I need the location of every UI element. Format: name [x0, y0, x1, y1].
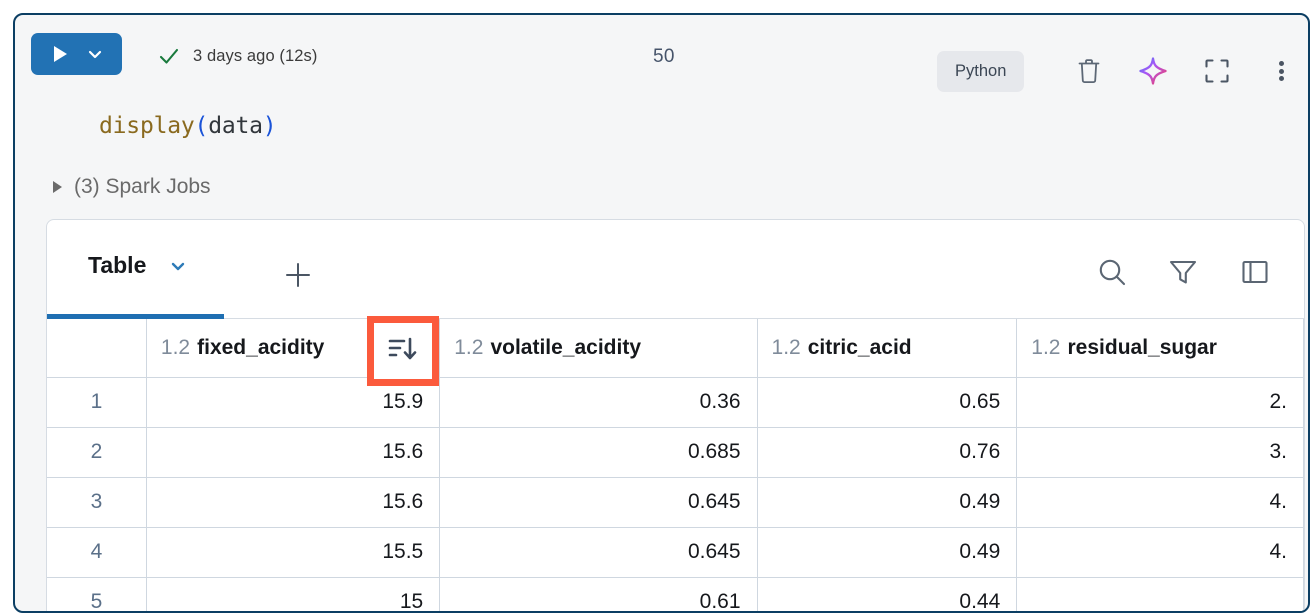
tab-table-label: Table [88, 252, 146, 279]
column-header-residual-sugar[interactable]: 1.2 residual_sugar [1017, 319, 1304, 377]
ai-sparkle-icon[interactable] [1133, 51, 1173, 91]
cell-run-status: 3 days ago (12s) [193, 47, 318, 66]
column-header-volatile-acidity[interactable]: 1.2 volatile_acidity [440, 319, 757, 377]
cell-citric-acid[interactable]: 0.44 [757, 577, 1017, 613]
results-panel: Table [46, 219, 1305, 613]
trash-icon[interactable] [1069, 51, 1109, 91]
cell-volatile-acidity[interactable]: 0.645 [440, 527, 757, 577]
cell-volatile-acidity[interactable]: 0.685 [440, 427, 757, 477]
status-check-icon [158, 45, 180, 67]
column-name: citric_acid [808, 336, 912, 359]
column-type-tag: 1.2 [454, 336, 483, 359]
cell-volatile-acidity[interactable]: 0.36 [440, 377, 757, 427]
cell-citric-acid[interactable]: 0.76 [757, 427, 1017, 477]
cell-residual-sugar[interactable]: 4. [1017, 477, 1304, 527]
cell-citric-acid[interactable]: 0.49 [757, 527, 1017, 577]
row-index: 1 [47, 377, 146, 427]
table-row[interactable]: 2 15.6 0.685 0.76 3. [47, 427, 1304, 477]
cell-residual-sugar[interactable] [1017, 577, 1304, 613]
code-close-paren: ) [263, 113, 277, 139]
filter-icon[interactable] [1161, 250, 1205, 294]
triangle-right-icon [53, 181, 62, 193]
notebook-cell: 3 days ago (12s) 50 Python [13, 13, 1310, 613]
cell-fixed-acidity[interactable]: 15 [146, 577, 439, 613]
column-name: fixed_acidity [197, 336, 324, 359]
cell-fixed-acidity[interactable]: 15.6 [146, 477, 439, 527]
fullscreen-icon[interactable] [1197, 51, 1237, 91]
language-badge[interactable]: Python [937, 51, 1024, 92]
code-open-paren: ( [195, 113, 209, 139]
row-index: 5 [47, 577, 146, 613]
table-row[interactable]: 3 15.6 0.645 0.49 4. [47, 477, 1304, 527]
search-icon[interactable] [1090, 250, 1134, 294]
kebab-dot [1279, 69, 1284, 74]
cell-citric-acid[interactable]: 0.49 [757, 477, 1017, 527]
column-header-citric-acid[interactable]: 1.2 citric_acid [757, 319, 1017, 377]
cell-residual-sugar[interactable]: 4. [1017, 527, 1304, 577]
cell-residual-sugar[interactable]: 3. [1017, 427, 1304, 477]
tab-table[interactable]: Table [88, 252, 190, 279]
row-index: 2 [47, 427, 146, 477]
data-table: 1.2 fixed_acidity 1.2 volatile_acidity 1.2… [47, 319, 1304, 613]
row-index: 3 [47, 477, 146, 527]
run-cell-button[interactable] [31, 33, 122, 75]
column-type-tag: 1.2 [161, 336, 190, 359]
cell-citric-acid[interactable]: 0.65 [757, 377, 1017, 427]
table-row[interactable]: 4 15.5 0.645 0.49 4. [47, 527, 1304, 577]
sort-descending-icon [386, 332, 420, 371]
cell-residual-sugar[interactable]: 2. [1017, 377, 1304, 427]
kebab-dot [1279, 76, 1284, 81]
kebab-dot [1279, 61, 1284, 66]
cell-toolbar: 3 days ago (12s) 50 Python [15, 15, 1308, 87]
result-row-count: 50 [653, 46, 675, 68]
panel-toggle-icon[interactable] [1233, 250, 1277, 294]
results-tabs-bar: Table [47, 220, 1304, 319]
cell-fixed-acidity[interactable]: 15.5 [146, 527, 439, 577]
add-visualization-plus-icon[interactable] [278, 255, 318, 295]
column-type-tag: 1.2 [1031, 336, 1060, 359]
column-name: volatile_acidity [490, 336, 641, 359]
sort-descending-button-highlight[interactable] [367, 316, 439, 386]
table-row[interactable]: 5 15 0.61 0.44 [47, 577, 1304, 613]
table-row[interactable]: 1 15.9 0.36 0.65 2. [47, 377, 1304, 427]
table-header-row: 1.2 fixed_acidity 1.2 volatile_acidity 1.2… [47, 319, 1304, 377]
code-editor-line[interactable]: display(data) [99, 113, 276, 139]
code-function-name: display [99, 113, 195, 139]
column-type-tag: 1.2 [772, 336, 801, 359]
row-index: 4 [47, 527, 146, 577]
cell-fixed-acidity[interactable]: 15.6 [146, 427, 439, 477]
tab-chevron-down-icon[interactable] [166, 254, 190, 278]
code-argument: data [208, 113, 263, 139]
results-table: 1.2 fixed_acidity 1.2 volatile_acidity 1.2… [47, 319, 1304, 613]
cell-volatile-acidity[interactable]: 0.61 [440, 577, 757, 613]
play-icon [54, 46, 67, 62]
spark-jobs-label: (3) Spark Jobs [74, 175, 211, 199]
run-options-chevron-down-icon[interactable] [85, 44, 105, 64]
row-index-header [47, 319, 146, 377]
spark-jobs-toggle[interactable]: (3) Spark Jobs [53, 175, 211, 199]
kebab-menu-icon[interactable] [1261, 51, 1301, 91]
cell-volatile-acidity[interactable]: 0.645 [440, 477, 757, 527]
column-name: residual_sugar [1068, 336, 1217, 359]
